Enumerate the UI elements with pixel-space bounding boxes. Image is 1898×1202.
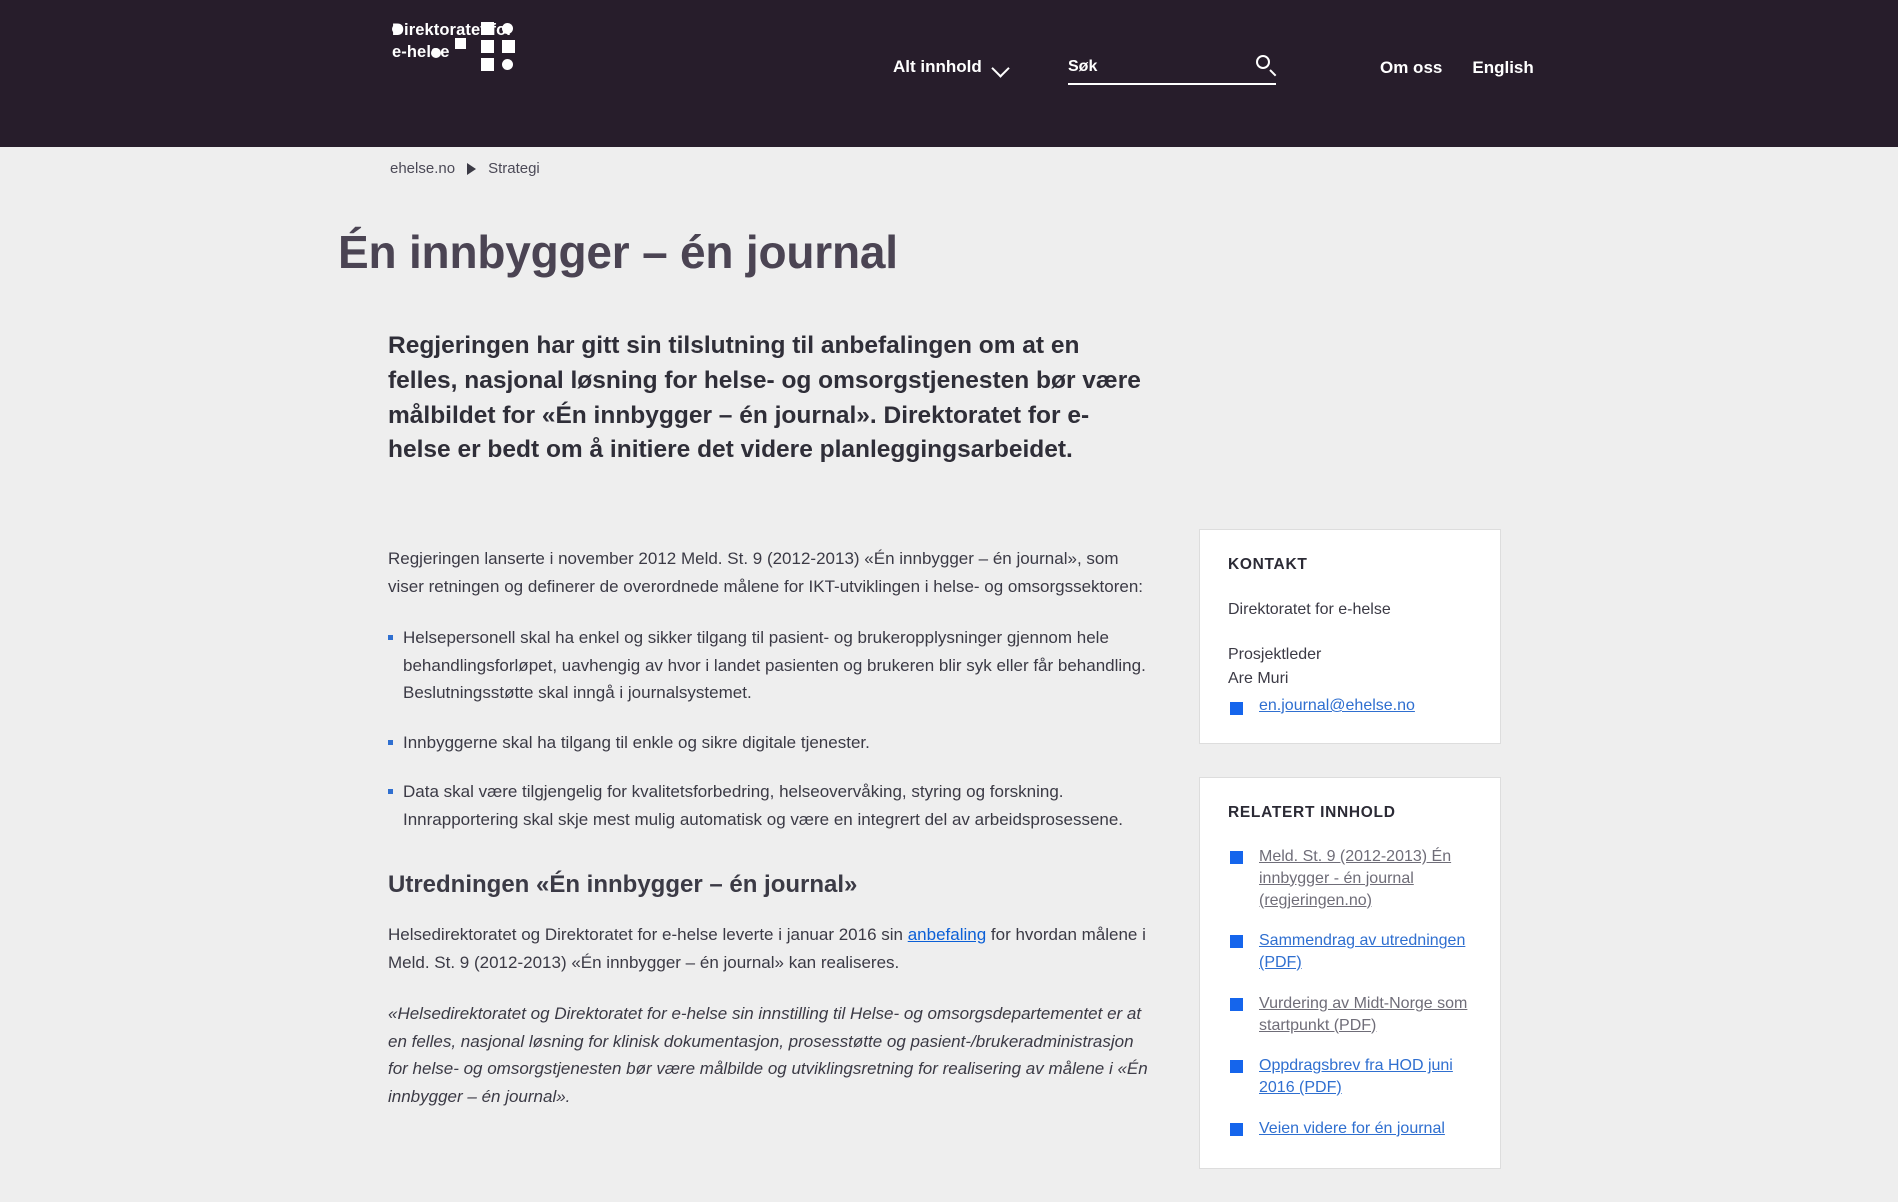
list-item: Meld. St. 9 (2012-2013) Én innbygger - é… bbox=[1228, 846, 1472, 911]
list-item: Oppdragsbrev fra HOD juni 2016 (PDF) bbox=[1228, 1055, 1472, 1099]
breadcrumb-item-strategi[interactable]: Strategi bbox=[488, 160, 540, 177]
sidebar: KONTAKT Direktoratet for e-helse Prosjek… bbox=[1199, 529, 1501, 1202]
search-input[interactable] bbox=[1068, 58, 1276, 85]
related-content-heading: RELATERT INNHOLD bbox=[1228, 804, 1396, 821]
list-item: Data skal være tilgjengelig for kvalitet… bbox=[388, 778, 1150, 833]
contact-role-and-name: Prosjektleder Are Muri bbox=[1228, 646, 1322, 687]
breadcrumb-separator-triangle-icon bbox=[467, 162, 477, 175]
related-content-card: RELATERT INNHOLD Meld. St. 9 (2012-2013)… bbox=[1199, 777, 1501, 1169]
contact-email-link[interactable]: en.journal@ehelse.no bbox=[1259, 697, 1415, 714]
header-link-om-oss[interactable]: Om oss bbox=[1380, 58, 1442, 78]
related-link-meld-st-9[interactable]: Meld. St. 9 (2012-2013) Én innbygger - é… bbox=[1259, 846, 1472, 911]
section-paragraph: Helsedirektoratet og Direktoratet for e-… bbox=[388, 921, 1150, 976]
intro-paragraph: Regjeringen lanserte i november 2012 Mel… bbox=[388, 549, 1144, 596]
contact-email-row: en.journal@ehelse.no bbox=[1228, 697, 1472, 715]
anbefaling-link[interactable]: anbefaling bbox=[908, 925, 986, 944]
related-link-veien-videre[interactable]: Veien videre for én journal bbox=[1259, 1118, 1445, 1140]
search-icon bbox=[1256, 55, 1270, 69]
article-content: Regjeringen lanserte i november 2012 Mel… bbox=[388, 545, 1150, 1134]
nav-all-content-label: Alt innhold bbox=[893, 57, 982, 76]
related-link-sammendrag[interactable]: Sammendrag av utredningen (PDF) bbox=[1259, 930, 1472, 974]
related-link-vurdering-midt-norge[interactable]: Vurdering av Midt-Norge som startpunkt (… bbox=[1259, 993, 1472, 1037]
contact-card-heading: KONTAKT bbox=[1228, 556, 1308, 573]
list-item: Vurdering av Midt-Norge som startpunkt (… bbox=[1228, 993, 1472, 1037]
lead-paragraph: Regjeringen har gitt sin tilslutning til… bbox=[388, 332, 1141, 464]
header-link-english[interactable]: English bbox=[1472, 58, 1533, 78]
contact-organisation: Direktoratet for e-helse bbox=[1228, 601, 1391, 618]
search-submit-button[interactable] bbox=[1254, 54, 1280, 80]
breadcrumb: ehelse.no Strategi bbox=[390, 160, 540, 177]
site-logo-link[interactable]: Direktoratet for e-helse bbox=[392, 20, 515, 71]
list-item: Veien videre for én journal bbox=[1228, 1118, 1472, 1140]
related-link-oppdragsbrev-hod[interactable]: Oppdragsbrev fra HOD juni 2016 (PDF) bbox=[1259, 1055, 1472, 1099]
page-title: Én innbygger – én journal bbox=[338, 226, 898, 278]
site-header: Direktoratet for e-helse Alt innhold Om … bbox=[0, 0, 1898, 147]
list-item: Helsepersonell skal ha enkel og sikker t… bbox=[388, 624, 1150, 707]
chevron-down-icon bbox=[993, 62, 1010, 72]
list-item: Innbyggerne skal ha tilgang til enkle og… bbox=[388, 729, 1150, 757]
header-utility-links: Om oss English bbox=[1380, 58, 1534, 78]
goals-list: Helsepersonell skal ha enkel og sikker t… bbox=[388, 624, 1150, 833]
brand-name: Direktoratet for e-helse bbox=[392, 21, 513, 61]
related-content-list: Meld. St. 9 (2012-2013) Én innbygger - é… bbox=[1228, 846, 1472, 1140]
contact-card: KONTAKT Direktoratet for e-helse Prosjek… bbox=[1199, 529, 1501, 744]
nav-all-content-dropdown[interactable]: Alt innhold bbox=[893, 57, 1010, 77]
section-paragraph-pre: Helsedirektoratet og Direktoratet for e-… bbox=[388, 925, 908, 945]
quote-paragraph: «Helsedirektoratet og Direktoratet for e… bbox=[388, 1004, 1148, 1106]
breadcrumb-item-home[interactable]: ehelse.no bbox=[390, 160, 455, 177]
list-item: Sammendrag av utredningen (PDF) bbox=[1228, 930, 1472, 974]
search-box bbox=[1068, 55, 1276, 85]
section-heading-utredningen: Utredningen «Én innbygger – én journal» bbox=[388, 871, 858, 899]
